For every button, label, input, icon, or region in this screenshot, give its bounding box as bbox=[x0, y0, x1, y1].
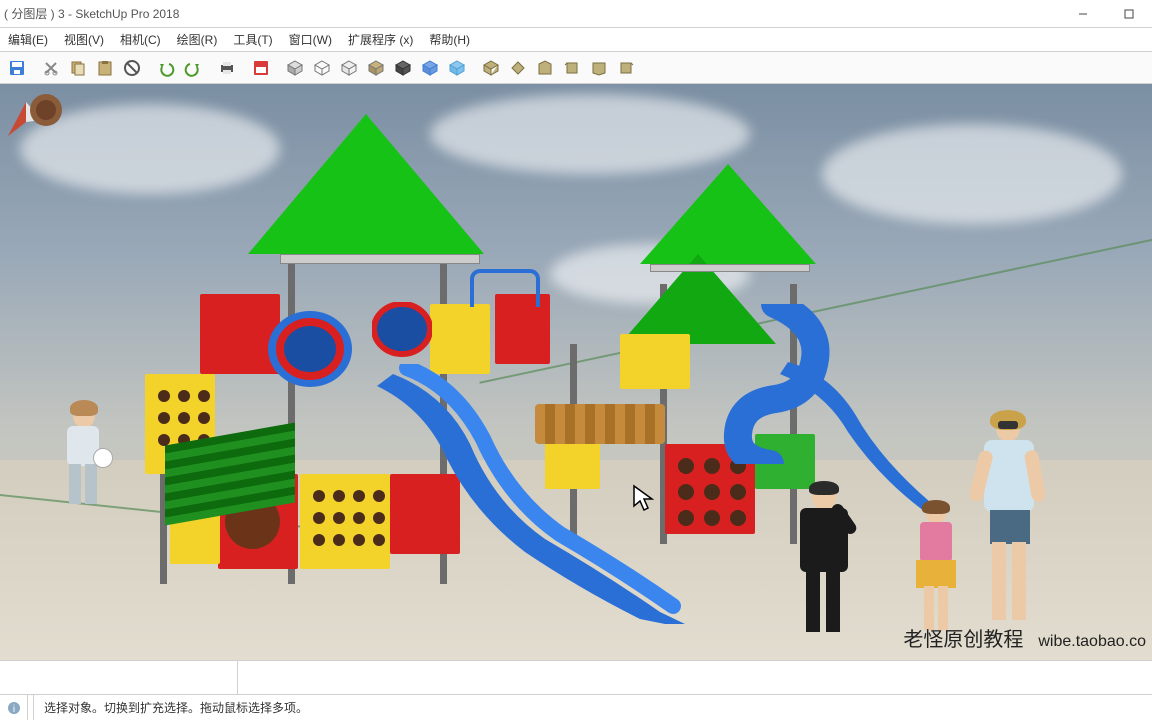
watermark-label: 老怪原创教程 bbox=[903, 629, 1023, 651]
front-view-button[interactable] bbox=[532, 55, 558, 81]
figure-woman bbox=[970, 414, 1050, 654]
face-shaded-button[interactable] bbox=[282, 55, 308, 81]
erase-button[interactable] bbox=[119, 55, 145, 81]
toolbar bbox=[0, 52, 1152, 84]
face-mono-button[interactable] bbox=[390, 55, 416, 81]
svg-text:i: i bbox=[12, 704, 14, 715]
window-title: ( 分图层 ) 3 - SketchUp Pro 2018 bbox=[0, 5, 1060, 22]
lower-strip bbox=[0, 660, 1152, 694]
model-info-button[interactable] bbox=[248, 55, 274, 81]
cursor-icon bbox=[632, 484, 656, 512]
window-controls bbox=[1060, 0, 1152, 28]
menu-edit[interactable]: 编辑(E) bbox=[0, 28, 56, 52]
orbit-badge-icon bbox=[2, 86, 66, 146]
left-view-button[interactable] bbox=[613, 55, 639, 81]
menu-extensions[interactable]: 扩展程序 (x) bbox=[340, 28, 421, 52]
lower-strip-box bbox=[0, 661, 238, 694]
guard-rail bbox=[470, 269, 540, 307]
redo-button[interactable] bbox=[180, 55, 206, 81]
tube-window bbox=[265, 309, 355, 389]
tube-window bbox=[372, 302, 432, 357]
spiral-slide bbox=[720, 304, 830, 464]
undo-button[interactable] bbox=[153, 55, 179, 81]
menu-view[interactable]: 视图(V) bbox=[56, 28, 112, 52]
status-info-icon[interactable]: i bbox=[0, 695, 28, 720]
deck bbox=[650, 264, 810, 272]
menu-tools[interactable]: 工具(T) bbox=[225, 28, 280, 52]
back-view-button[interactable] bbox=[586, 55, 612, 81]
deck bbox=[280, 254, 480, 264]
watermark-text: 老怪原创教程 wibe.taobao.co bbox=[903, 623, 1146, 652]
iso-view-button[interactable] bbox=[478, 55, 504, 81]
watermark-url: wibe.taobao.co bbox=[1038, 633, 1146, 650]
roof bbox=[640, 164, 816, 264]
viewport[interactable]: 老怪原创教程 wibe.taobao.co bbox=[0, 84, 1152, 660]
title-bar: ( 分图层 ) 3 - SketchUp Pro 2018 bbox=[0, 0, 1152, 28]
cloud bbox=[822, 124, 1122, 224]
face-hidden-button[interactable] bbox=[336, 55, 362, 81]
menu-draw[interactable]: 绘图(R) bbox=[169, 28, 226, 52]
status-hint: 选择对象。切换到扩充选择。拖动鼠标选择多项。 bbox=[34, 699, 308, 716]
print-button[interactable] bbox=[214, 55, 240, 81]
cut-button[interactable] bbox=[38, 55, 64, 81]
copy-button[interactable] bbox=[65, 55, 91, 81]
roof bbox=[248, 114, 484, 254]
figure-man bbox=[790, 484, 860, 654]
menu-bar: 编辑(E) 视图(V) 相机(C) 绘图(R) 工具(T) 窗口(W) 扩展程序… bbox=[0, 28, 1152, 52]
figure-boy bbox=[55, 404, 115, 544]
face-shaded-tex-button[interactable] bbox=[363, 55, 389, 81]
save-button[interactable] bbox=[4, 55, 30, 81]
paste-button[interactable] bbox=[92, 55, 118, 81]
right-view-button[interactable] bbox=[559, 55, 585, 81]
face-xray-button[interactable] bbox=[417, 55, 443, 81]
menu-camera[interactable]: 相机(C) bbox=[112, 28, 169, 52]
top-view-button[interactable] bbox=[505, 55, 531, 81]
menu-help[interactable]: 帮助(H) bbox=[421, 28, 478, 52]
maximize-button[interactable] bbox=[1106, 0, 1152, 28]
menu-window[interactable]: 窗口(W) bbox=[281, 28, 340, 52]
face-back-button[interactable] bbox=[444, 55, 470, 81]
status-bar: i 选择对象。切换到扩充选择。拖动鼠标选择多项。 bbox=[0, 694, 1152, 720]
face-wireframe-button[interactable] bbox=[309, 55, 335, 81]
minimize-button[interactable] bbox=[1060, 0, 1106, 28]
